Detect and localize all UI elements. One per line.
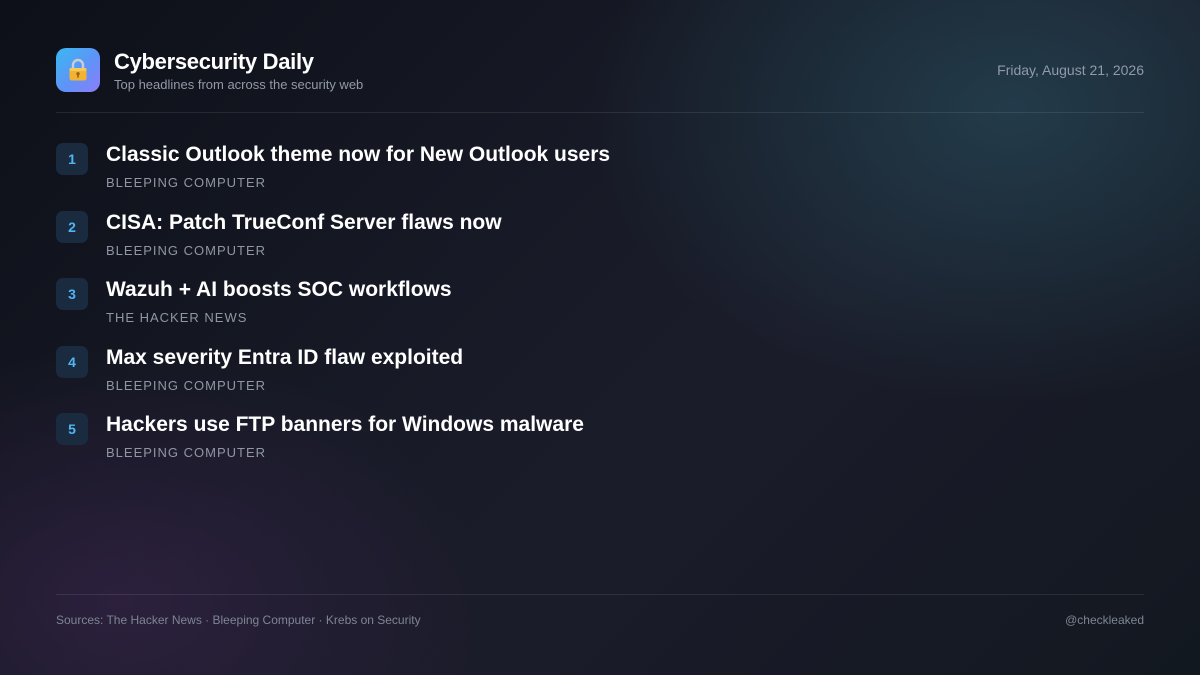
rank-badge: 2 <box>56 210 88 243</box>
footer-sources: Sources: The Hacker News · Bleeping Comp… <box>56 613 421 627</box>
rank-badge: 5 <box>56 413 88 445</box>
headline-item[interactable]: 4 Max severity Entra ID flaw exploited B… <box>56 345 1144 413</box>
app-logo <box>56 48 100 92</box>
headline-source: Bleeping Computer <box>106 175 267 190</box>
digest-card: Cybersecurity Daily Top headlines from a… <box>56 48 1144 628</box>
headline-title[interactable]: Hackers use FTP banners for Windows malw… <box>106 412 584 438</box>
header: Cybersecurity Daily Top headlines from a… <box>56 48 1144 92</box>
headline-title[interactable]: Classic Outlook theme now for New Outloo… <box>106 142 610 168</box>
headline-source: Bleeping Computer <box>106 377 267 393</box>
headline-source: Bleeping Computer <box>106 242 267 258</box>
headline-item[interactable]: 1 Classic Outlook theme now for New Outl… <box>56 142 1144 210</box>
rank-badge: 3 <box>56 278 88 310</box>
padlock-icon <box>69 58 87 81</box>
headline-item[interactable]: 2 CISA: Patch TrueConf Server flaws now … <box>56 210 1144 278</box>
page-subtitle: Top headlines from across the security w… <box>114 77 364 92</box>
header-divider <box>56 112 1144 113</box>
rank-badge: 1 <box>56 143 88 175</box>
headline-item[interactable]: 5 Hackers use FTP banners for Windows ma… <box>56 412 1144 480</box>
headline-source: The Hacker News <box>106 310 248 325</box>
headline-list: 1 Classic Outlook theme now for New Outl… <box>56 142 1144 480</box>
headline-item[interactable]: 3 Wazuh + AI boosts SOC workflows The Ha… <box>56 277 1144 345</box>
headline-source: Bleeping Computer <box>106 445 267 460</box>
footer-handle[interactable]: @checkleaked <box>1065 613 1144 627</box>
headline-title[interactable]: Wazuh + AI boosts SOC workflows <box>106 277 452 303</box>
headline-title[interactable]: Max severity Entra ID flaw exploited <box>106 345 463 371</box>
footer-divider <box>56 594 1144 595</box>
page-title: Cybersecurity Daily <box>114 49 314 74</box>
date-label: Friday, August 21, 2026 <box>997 62 1144 78</box>
rank-badge: 4 <box>56 345 88 378</box>
headline-title[interactable]: CISA: Patch TrueConf Server flaws now <box>106 210 502 236</box>
